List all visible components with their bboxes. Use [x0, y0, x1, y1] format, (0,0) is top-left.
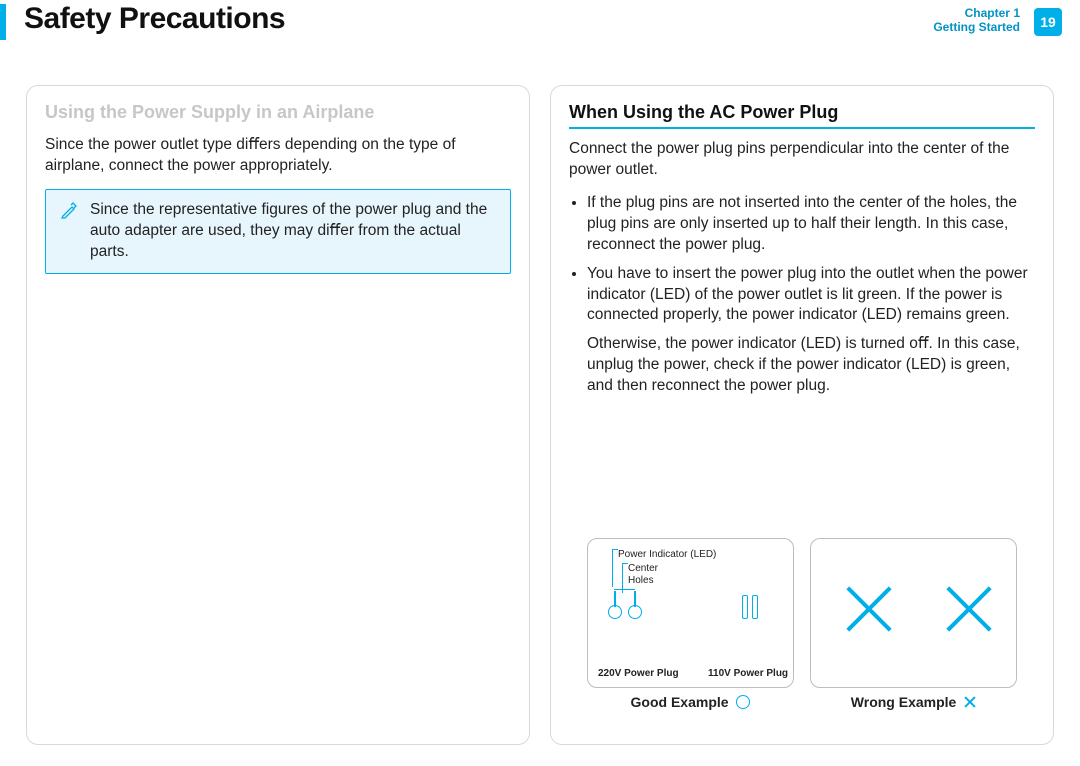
good-example-box: Power Indicator (LED) Center Holes: [587, 538, 794, 688]
diagram-row: Power Indicator (LED) Center Holes: [587, 538, 1017, 710]
led-label: Power Indicator (LED): [618, 549, 716, 560]
right-column: When Using the AC Power Plug Connect the…: [550, 85, 1054, 745]
wrong-mark-icon: [964, 696, 976, 708]
header-accent: [0, 4, 6, 40]
content-columns: Using the Power Supply in an Airplane Si…: [0, 55, 1080, 765]
wrong-example-caption-text: Wrong Example: [851, 694, 957, 710]
right-intro: Connect the power plug pins perpendicula…: [569, 139, 1035, 181]
left-column: Using the Power Supply in an Airplane Si…: [26, 85, 530, 745]
wrong-example-caption: Wrong Example: [810, 694, 1017, 710]
left-intro: Since the power outlet type diﬀers depen…: [45, 135, 511, 177]
note-box: Since the representative ﬁgures of the p…: [45, 189, 511, 274]
good-example-caption-text: Good Example: [631, 694, 729, 710]
right-bullets: If the plug pins are not inserted into t…: [569, 193, 1035, 327]
chapter-label: Chapter 1 Getting Started: [933, 6, 1020, 34]
plug-110v-icon: [738, 585, 768, 619]
chapter-line1: Chapter 1: [933, 6, 1020, 20]
bullet-2: You have to insert the power plug into t…: [587, 264, 1035, 327]
plug-110v-label: 110V Power Plug: [708, 668, 788, 679]
wrong-example-box: [810, 538, 1017, 688]
note-icon: [60, 202, 78, 227]
center-label: Center: [628, 563, 658, 574]
page-number-badge: 19: [1034, 8, 1062, 36]
header: Safety Precautions Chapter 1 Getting Sta…: [0, 0, 1080, 55]
holes-label: Holes: [628, 575, 654, 586]
chapter-line2: Getting Started: [933, 20, 1020, 34]
heading-underline: [569, 127, 1035, 129]
left-heading: Using the Power Supply in an Airplane: [45, 102, 511, 123]
good-example-wrap: Power Indicator (LED) Center Holes: [587, 538, 794, 710]
note-text: Since the representative ﬁgures of the p…: [90, 201, 487, 260]
wrong-example-wrap: Wrong Example: [810, 538, 1017, 710]
right-para-after: Otherwise, the power indicator (LED) is …: [587, 334, 1035, 397]
good-example-caption: Good Example: [587, 694, 794, 710]
x-mark-icon: [839, 579, 899, 639]
page: Safety Precautions Chapter 1 Getting Sta…: [0, 0, 1080, 766]
right-heading: When Using the AC Power Plug: [569, 102, 1035, 123]
plug-220v-label: 220V Power Plug: [598, 668, 679, 679]
plug-220v-icon: [604, 589, 648, 619]
led-leader-line: [612, 549, 613, 587]
bullet-1: If the plug pins are not inserted into t…: [587, 193, 1035, 256]
good-mark-icon: [736, 695, 750, 709]
x-mark-icon: [939, 579, 999, 639]
page-title: Safety Precautions: [24, 2, 285, 36]
